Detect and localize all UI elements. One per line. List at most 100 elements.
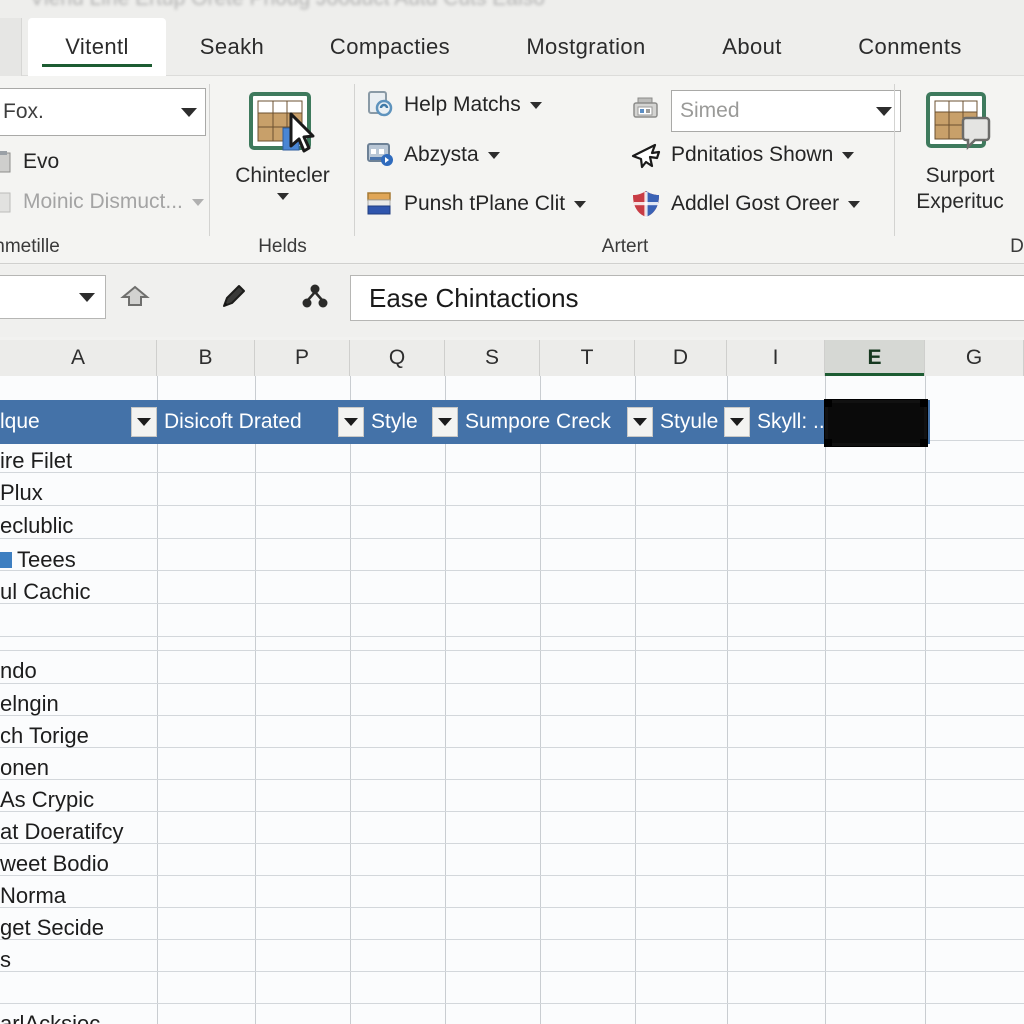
ribbon-item-evo[interactable]: Evo (0, 150, 59, 174)
font-combo[interactable]: Fox. (0, 88, 206, 136)
page-refresh-icon (368, 91, 393, 117)
selection-handle[interactable] (825, 400, 832, 407)
group-label-deb: Deb (1010, 236, 1024, 257)
group-label-conmetille: Conmetille (0, 236, 60, 257)
tab-conments[interactable]: Conments (826, 18, 994, 76)
cell-a1[interactable]: ire Filet (0, 443, 157, 479)
cell-a13[interactable]: weet Bodio (0, 846, 157, 882)
column-header-a[interactable]: A (0, 340, 157, 376)
group-label-helds: Helds (258, 236, 307, 257)
window-top-cutoff-strip: Vlenu Line Ertup Orete Phoug Jooduct Aut… (0, 0, 1024, 18)
column-header-p[interactable]: P (255, 340, 350, 376)
name-box[interactable] (0, 275, 106, 319)
cell-a7[interactable]: ndo (0, 653, 157, 689)
column-header-d[interactable]: D (635, 340, 727, 376)
tab-label: Conments (858, 34, 962, 59)
chevron-down-icon (876, 106, 892, 116)
ribbon-item-pdnitatios-shown[interactable]: Pdnitatios Shown (630, 140, 855, 170)
table-insert-icon (248, 92, 314, 153)
table-header-styule[interactable]: Styule (656, 400, 721, 444)
chintecler-button[interactable]: Chintecler (210, 88, 355, 200)
cell-a17[interactable]: arlAcksiec (0, 1006, 157, 1024)
cancel-entry-button[interactable] (115, 277, 155, 317)
ghost-menu-text: Vlenu Line Ertup Orete Phoug Jooduct Aut… (30, 0, 545, 11)
ribbon-tab-bar: Vitentl Seakh Compacties Mostgration Abo… (0, 18, 1024, 76)
cell-a11[interactable]: As Crypic (0, 782, 157, 818)
ribbon-item-moinic-dismuct[interactable]: Moinic Dismuct... (0, 190, 204, 214)
cell-a10[interactable]: onen (0, 750, 157, 786)
table-header-disicoft-drated[interactable]: Disicoft Drated (160, 400, 335, 444)
grid-vline (350, 376, 351, 1024)
chevron-down-icon (438, 418, 452, 426)
cell-a2[interactable]: Plux (0, 475, 157, 511)
cell-a4[interactable]: Teees (0, 542, 157, 578)
ribbon-item-addlel-gost-oreer[interactable]: Addlel Gost Oreer (630, 189, 861, 219)
ribbon-item-abzysta[interactable]: Abzysta (365, 140, 500, 170)
insert-function-button[interactable] (295, 277, 335, 317)
column-header-b[interactable]: B (157, 340, 255, 376)
edit-entry-button[interactable] (213, 277, 253, 317)
chevron-down-icon[interactable] (79, 292, 95, 302)
tab-label: Mostgration (526, 34, 646, 59)
up-arrow-icon (120, 285, 150, 306)
cell-a9[interactable]: ch Torige (0, 718, 157, 754)
grid-vline (255, 376, 256, 1024)
table-header-style-1[interactable]: Style (367, 400, 429, 444)
cell-a16[interactable]: s (0, 942, 157, 978)
ribbon-group-deb: Surport Experituc Deb (895, 76, 1024, 264)
column-header-g[interactable]: G (925, 340, 1024, 376)
paste-icon (0, 151, 11, 173)
selection-handle[interactable] (920, 439, 927, 446)
grid-vline (445, 376, 446, 1024)
formula-input[interactable]: Ease Chintactions (350, 275, 1024, 321)
tab-seakh[interactable]: Seakh (168, 18, 296, 76)
tab-vitentl[interactable]: Vitentl (28, 18, 166, 76)
ribbon-item-help-matchs[interactable]: Help Matchs (365, 90, 542, 120)
ribbon-item-punsh-plane-clit[interactable]: Punsh tPlane Clit (365, 189, 587, 219)
column-header-s[interactable]: S (445, 340, 540, 376)
cell-a15[interactable]: get Secide (0, 910, 157, 946)
ribbon-item-label: Help Matchs (404, 93, 521, 116)
filter-button-styule[interactable] (724, 407, 750, 437)
formula-bar: Ease Chintactions (0, 265, 1024, 337)
chevron-down-icon (842, 151, 855, 159)
tab-mostgration[interactable]: Mostgration (490, 18, 682, 76)
selection-handle[interactable] (920, 400, 927, 407)
tab-label: Seakh (199, 34, 265, 59)
selected-cell[interactable] (825, 400, 927, 446)
shield-icon (633, 191, 659, 218)
cell-a5[interactable]: ul Cachic (0, 574, 157, 610)
surport-experituc-button[interactable]: Surport Experituc (895, 88, 1024, 214)
ribbon-item-label: Moinic Dismuct... (23, 190, 183, 213)
chevron-down-icon (191, 198, 204, 206)
selection-handle[interactable] (825, 439, 832, 446)
table-header-lque[interactable]: lque (0, 400, 128, 444)
filter-button-style-1[interactable] (432, 407, 458, 437)
ribbon-item-label: Evo (23, 150, 60, 173)
filter-button-sumpore-creck[interactable] (627, 407, 653, 437)
grid-hline (0, 636, 1024, 637)
filter-button-disicoft-drated[interactable] (338, 407, 364, 437)
cell-a14[interactable]: Norma (0, 878, 157, 914)
spreadsheet-window: Vlenu Line Ertup Orete Phoug Jooduct Aut… (0, 0, 1024, 1024)
column-header-i[interactable]: I (727, 340, 825, 376)
chevron-down-icon (487, 151, 500, 159)
grid-vline (157, 376, 158, 1024)
cell-a8[interactable]: elngin (0, 686, 157, 722)
spreadsheet-grid[interactable]: lque Disicoft Drated Style Sumpore Creck… (0, 376, 1024, 1024)
box-orange-icon (367, 192, 391, 215)
column-header-q[interactable]: Q (350, 340, 445, 376)
grid-vline (825, 376, 826, 1024)
tab-compacties[interactable]: Compacties (300, 18, 480, 76)
tab-about[interactable]: About (692, 18, 812, 76)
table-header-sumpore-creck[interactable]: Sumpore Creck (461, 400, 624, 444)
column-header-t[interactable]: T (540, 340, 635, 376)
cell-a12[interactable]: at Doeratifcy (0, 814, 157, 850)
chevron-down-icon[interactable] (276, 193, 289, 200)
filter-button-lque[interactable] (131, 407, 157, 437)
table-header-row: lque Disicoft Drated Style Sumpore Creck… (0, 400, 930, 444)
chevron-down-icon (730, 418, 744, 426)
column-header-e[interactable]: E (825, 340, 925, 376)
cell-a3[interactable]: eclublic (0, 508, 157, 544)
simed-combo[interactable]: Simed (671, 90, 901, 132)
